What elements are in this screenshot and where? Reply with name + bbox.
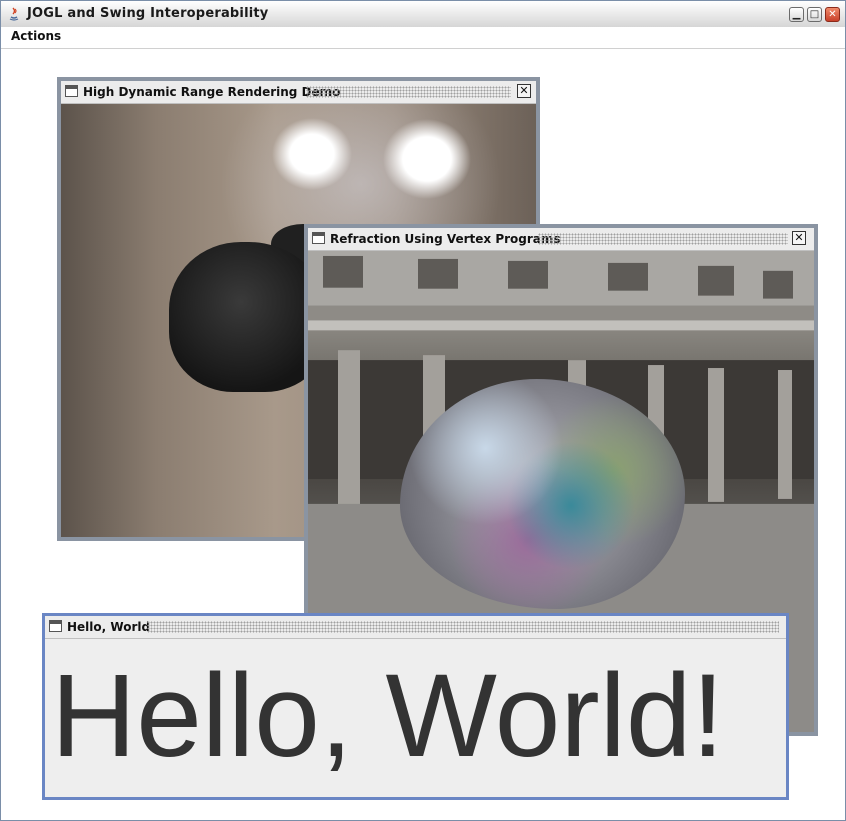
window-titlebar[interactable]: JOGL and Swing Interoperability ▁ □ ✕ [1,1,845,28]
menu-actions[interactable]: Actions [11,29,61,43]
main-window: JOGL and Swing Interoperability ▁ □ ✕ Ac… [0,0,846,821]
refraction-frame-titlebar[interactable]: Refraction Using Vertex Programs ✕ [308,228,814,251]
maximize-button[interactable]: □ [807,7,822,22]
minimize-button[interactable]: ▁ [789,7,804,22]
glass-bunny [400,379,685,609]
window-title: JOGL and Swing Interoperability [27,6,269,21]
minimize-icon: ▁ [792,9,801,20]
frame-icon [312,232,325,244]
hello-frame[interactable]: Hello, World Hello, World! [42,613,789,800]
hdr-frame-titlebar[interactable]: High Dynamic Range Rendering Demo ✕ [61,81,536,104]
close-icon: ✕ [794,231,804,244]
hello-frame-titlebar[interactable]: Hello, World [45,616,786,639]
hello-world-text: Hello, World! [51,650,725,782]
titlebar-grip [147,621,779,633]
refraction-frame-title: Refraction Using Vertex Programs [330,232,567,246]
hello-frame-title: Hello, World [67,620,157,634]
frame-icon [65,85,78,97]
close-icon: ✕ [828,9,837,20]
hello-content: Hello, World! [45,639,786,797]
hdr-frame-close-button[interactable]: ✕ [517,84,531,98]
close-button[interactable]: ✕ [825,7,840,22]
maximize-icon: □ [809,9,820,20]
menu-bar: Actions [1,27,845,49]
refraction-frame-close-button[interactable]: ✕ [792,231,806,245]
java-icon [9,7,19,21]
desktop-pane: High Dynamic Range Rendering Demo ✕ Refr… [4,49,842,817]
frame-icon [49,620,62,632]
titlebar-grip [538,233,788,245]
close-icon: ✕ [519,84,529,97]
titlebar-grip [306,86,511,98]
